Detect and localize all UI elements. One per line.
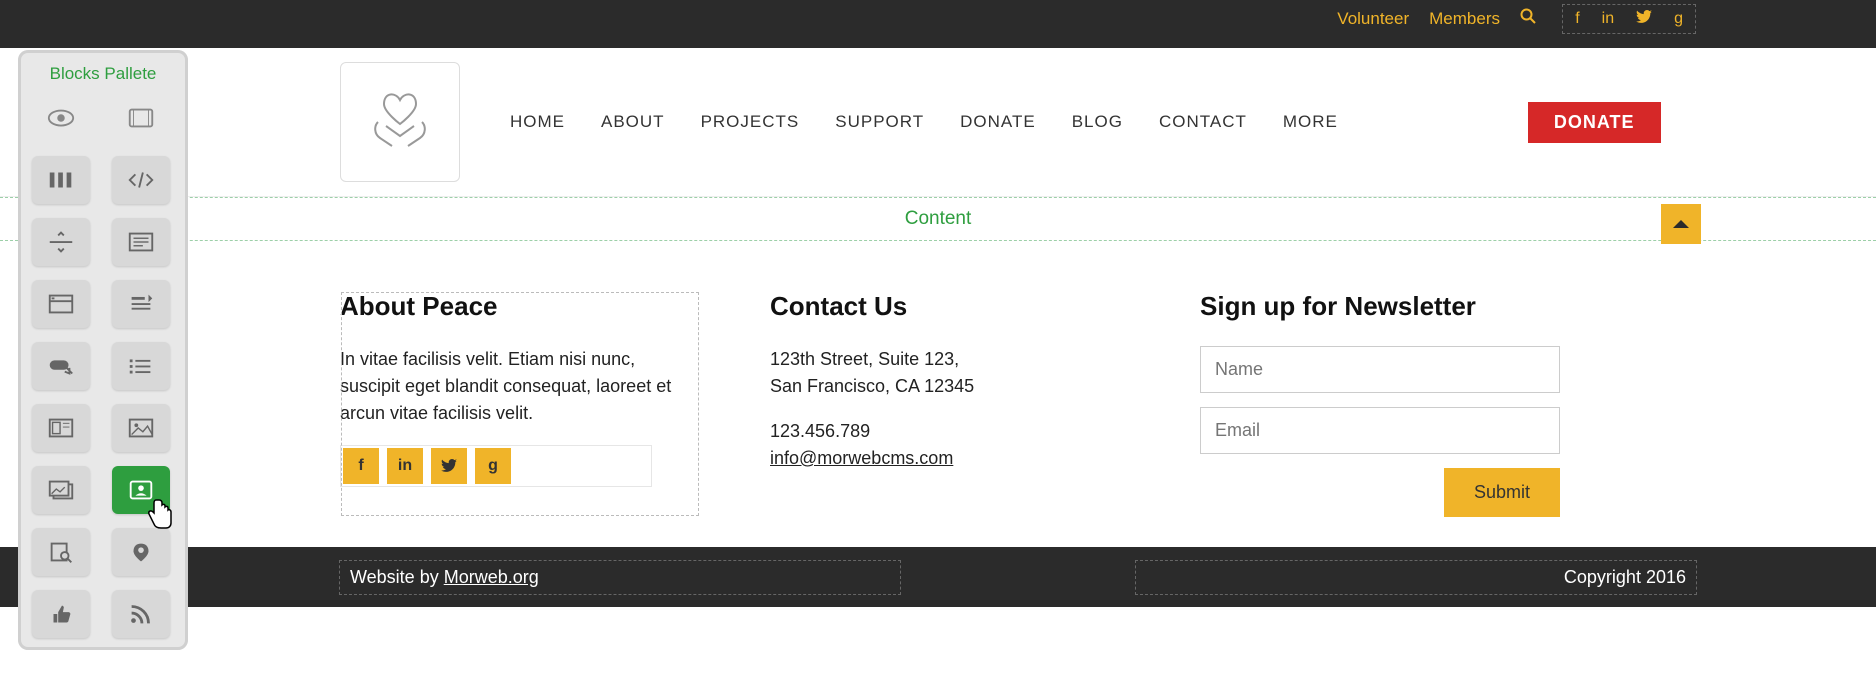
bottom-bar: Website by Morweb.org Copyright 2016 xyxy=(0,547,1876,607)
top-links: Volunteer Members xyxy=(1337,8,1536,29)
newsletter-title: Sign up for Newsletter xyxy=(1200,291,1560,322)
image-block[interactable] xyxy=(112,404,170,452)
submit-button[interactable]: Submit xyxy=(1444,468,1560,517)
palette-grid xyxy=(24,94,182,638)
rss-block[interactable] xyxy=(112,590,170,638)
copyright[interactable]: Copyright 2016 xyxy=(1136,561,1696,594)
search-page-block[interactable] xyxy=(32,528,90,576)
main-nav: HOME ABOUT PROJECTS SUPPORT DONATE BLOG … xyxy=(510,112,1338,132)
blocks-palette: Blocks Pallete xyxy=(18,50,188,650)
about-title: About Peace xyxy=(340,291,696,322)
text-cursor-block[interactable] xyxy=(112,280,170,328)
footer-columns: About Peace In vitae facilisis velit. Et… xyxy=(0,241,1876,547)
scroll-top-button[interactable] xyxy=(1661,204,1701,244)
twitter-icon[interactable] xyxy=(1636,10,1652,29)
site-header: HOME ABOUT PROJECTS SUPPORT DONATE BLOG … xyxy=(0,48,1876,197)
map-block[interactable] xyxy=(112,528,170,576)
code-block[interactable] xyxy=(112,156,170,204)
window-block[interactable] xyxy=(32,280,90,328)
content-label-text: Content xyxy=(905,208,972,229)
nav-blog[interactable]: BLOG xyxy=(1072,112,1123,132)
nav-projects[interactable]: PROJECTS xyxy=(701,112,800,132)
contact-phone-email: 123.456.789 info@morwebcms.com xyxy=(770,418,1130,472)
morweb-link[interactable]: Morweb.org xyxy=(444,567,539,587)
logo[interactable] xyxy=(340,62,460,182)
email-input[interactable] xyxy=(1200,407,1560,454)
facebook-icon[interactable]: f xyxy=(1575,10,1579,28)
donate-button[interactable]: DONATE xyxy=(1528,102,1661,143)
nav-more[interactable]: MORE xyxy=(1283,112,1338,132)
device-block[interactable] xyxy=(112,94,170,142)
about-social-row: f in g xyxy=(340,445,652,487)
top-bar: Volunteer Members f in g xyxy=(0,0,1876,48)
search-icon[interactable] xyxy=(1520,8,1536,29)
nav-home[interactable]: HOME xyxy=(510,112,565,132)
nav-about[interactable]: ABOUT xyxy=(601,112,665,132)
contact-address: 123th Street, Suite 123, San Francisco, … xyxy=(770,346,1130,400)
preview-block[interactable] xyxy=(32,94,90,142)
volunteer-link[interactable]: Volunteer xyxy=(1337,9,1409,29)
google-icon[interactable]: g xyxy=(475,448,511,484)
layout-block[interactable] xyxy=(32,404,90,452)
content-drop-zone[interactable]: Content xyxy=(0,197,1876,241)
main-wrap: HOME ABOUT PROJECTS SUPPORT DONATE BLOG … xyxy=(0,48,1876,607)
like-block[interactable] xyxy=(32,590,90,638)
about-text: In vitae facilisis velit. Etiam nisi nun… xyxy=(340,346,696,427)
contact-column: Contact Us 123th Street, Suite 123, San … xyxy=(770,291,1130,517)
divider-block[interactable] xyxy=(32,218,90,266)
list-block[interactable] xyxy=(112,342,170,390)
palette-title: Blocks Pallete xyxy=(24,58,182,94)
nav-support[interactable]: SUPPORT xyxy=(835,112,924,132)
contact-title: Contact Us xyxy=(770,291,1130,322)
linkedin-icon[interactable]: in xyxy=(387,448,423,484)
contact-email-link[interactable]: info@morwebcms.com xyxy=(770,448,953,468)
about-column[interactable]: About Peace In vitae facilisis velit. Et… xyxy=(340,291,700,517)
linkedin-icon[interactable]: in xyxy=(1602,10,1614,28)
contact-block[interactable] xyxy=(112,466,170,514)
facebook-icon[interactable]: f xyxy=(343,448,379,484)
text-block[interactable] xyxy=(112,218,170,266)
google-icon[interactable]: g xyxy=(1674,10,1683,28)
members-link[interactable]: Members xyxy=(1429,9,1500,29)
website-by[interactable]: Website by Morweb.org xyxy=(340,561,900,594)
gallery-block[interactable] xyxy=(32,466,90,514)
columns-block[interactable] xyxy=(32,156,90,204)
button-block[interactable] xyxy=(32,342,90,390)
top-social-group: f in g xyxy=(1562,4,1696,34)
twitter-icon[interactable] xyxy=(431,448,467,484)
nav-contact[interactable]: CONTACT xyxy=(1159,112,1247,132)
nav-donate[interactable]: DONATE xyxy=(960,112,1036,132)
newsletter-column: Sign up for Newsletter Submit xyxy=(1200,291,1560,517)
name-input[interactable] xyxy=(1200,346,1560,393)
